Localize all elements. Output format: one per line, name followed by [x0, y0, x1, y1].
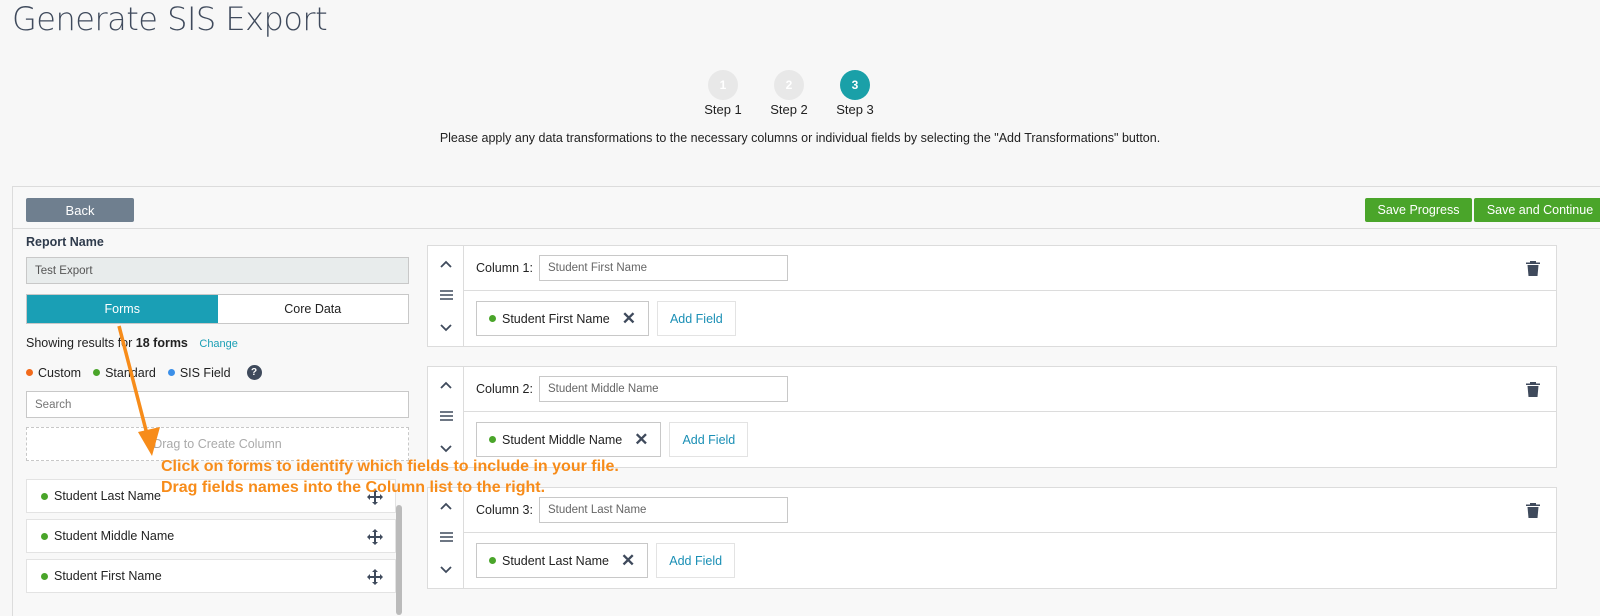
close-icon[interactable]: ✕: [634, 430, 648, 450]
trash-icon[interactable]: [1526, 260, 1540, 276]
column-list: Column 1: Student First Name Student Fir…: [427, 245, 1557, 608]
add-field-button[interactable]: Add Field: [656, 543, 736, 578]
field-chip-label: Student First Name: [502, 311, 610, 326]
field-chip[interactable]: Student First Name ✕: [476, 301, 649, 336]
step-1[interactable]: 1 Step 1: [700, 70, 746, 117]
tab-forms[interactable]: Forms: [27, 295, 218, 323]
stepper: 1 Step 1 2 Step 2 3 Step 3: [700, 70, 878, 117]
help-icon[interactable]: ?: [246, 365, 262, 380]
standard-dot: [489, 557, 496, 564]
column-fields: Student First Name ✕ Add Field: [464, 291, 1556, 346]
drag-handle-icon[interactable]: [428, 532, 464, 542]
add-field-button[interactable]: Add Field: [656, 301, 736, 336]
column-fields: Student Middle Name ✕ Add Field: [464, 412, 1556, 467]
tab-core-data[interactable]: Core Data: [217, 295, 408, 323]
results-summary: Showing results for 18 forms Change: [26, 336, 409, 350]
legend-sis-field-label: SIS Field: [179, 365, 231, 380]
step-2-label: Step 2: [770, 102, 808, 117]
step-3[interactable]: 3 Step 3: [832, 70, 878, 117]
column-fields: Student Last Name ✕ Add Field: [464, 533, 1556, 588]
back-button[interactable]: Back: [26, 198, 134, 222]
field-item-student-first-name[interactable]: Student First Name: [26, 559, 396, 593]
legend-custom-label: Custom: [38, 365, 82, 380]
legend-standard-dot: [93, 369, 101, 376]
drag-handle-icon[interactable]: [428, 411, 464, 421]
source-tabs: Forms Core Data: [26, 294, 409, 324]
instructions-text: Please apply any data transformations to…: [439, 131, 1161, 145]
column-label: Column 2:: [476, 382, 533, 396]
legend-standard: Standard: [93, 366, 156, 380]
standard-dot: [489, 436, 496, 443]
step-2-circle: 2: [774, 70, 804, 100]
legend-sis-field-dot: [167, 369, 175, 376]
column-name-input[interactable]: Student First Name: [538, 255, 788, 281]
step-2[interactable]: 2 Step 2: [766, 70, 812, 117]
move-icon[interactable]: [367, 569, 383, 585]
standard-dot: [41, 492, 48, 500]
report-name-input[interactable]: Test Export: [26, 257, 409, 284]
field-picker: Report Name Test Export Forms Core Data …: [26, 235, 409, 599]
page-title: Generate SIS Export: [12, 0, 328, 38]
field-item-student-middle-name[interactable]: Student Middle Name: [26, 519, 396, 553]
trash-icon[interactable]: [1526, 502, 1540, 518]
results-prefix: Showing results for: [26, 336, 136, 350]
standard-dot: [41, 572, 48, 580]
column-card-3: Column 3: Student Last Name Student Last…: [427, 487, 1557, 589]
drag-handle-icon[interactable]: [428, 290, 464, 300]
field-chip-label: Student Middle Name: [502, 432, 623, 447]
add-field-button[interactable]: Add Field: [669, 422, 749, 457]
field-chip[interactable]: Student Middle Name ✕: [476, 422, 662, 457]
move-icon[interactable]: [367, 529, 383, 545]
change-link[interactable]: Change: [199, 338, 238, 350]
standard-dot: [489, 315, 496, 322]
close-icon[interactable]: ✕: [622, 309, 636, 329]
column-controls: [428, 488, 464, 588]
column-name-input[interactable]: Student Last Name: [538, 497, 788, 523]
column-label: Column 3:: [476, 503, 533, 517]
step-1-circle: 1: [708, 70, 738, 100]
field-item-label: Student Middle Name: [54, 529, 175, 543]
field-list-scrollbar[interactable]: [396, 505, 402, 615]
step-3-label: Step 3: [836, 102, 874, 117]
column-label: Column 1:: [476, 261, 533, 275]
report-name-label: Report Name: [26, 235, 104, 249]
step-3-circle: 3: [840, 70, 870, 100]
chevron-up-icon[interactable]: [428, 260, 464, 268]
field-chip-label: Student Last Name: [502, 553, 610, 568]
chevron-down-icon[interactable]: [428, 324, 464, 332]
field-item-label: Student Last Name: [54, 489, 162, 503]
field-chip[interactable]: Student Last Name ✕: [476, 543, 649, 578]
legend-sis-field: SIS Field: [167, 365, 231, 380]
legend-custom-dot: [26, 369, 33, 376]
standard-dot: [41, 532, 48, 540]
column-name-input[interactable]: Student Middle Name: [538, 376, 788, 402]
annotation-callout: Click on forms to identify which fields …: [161, 456, 619, 498]
chevron-down-icon[interactable]: [428, 445, 464, 453]
column-card-2: Column 2: Student Middle Name Student Mi…: [427, 366, 1557, 468]
field-legend: Custom Standard SIS Field ?: [26, 365, 409, 380]
save-and-continue-button[interactable]: Save and Continue: [1474, 198, 1600, 222]
close-icon[interactable]: ✕: [621, 551, 635, 571]
column-header: Column 2: Student Middle Name: [464, 367, 1556, 412]
chevron-up-icon[interactable]: [428, 502, 464, 510]
save-progress-button[interactable]: Save Progress: [1365, 198, 1472, 222]
chevron-up-icon[interactable]: [428, 381, 464, 389]
annotation-line-2: Drag fields names into the Column list t…: [161, 479, 546, 496]
trash-icon[interactable]: [1526, 381, 1540, 397]
export-panel: Back Save Progress Save and Continue Rep…: [12, 186, 1600, 616]
legend-custom: Custom: [26, 366, 81, 380]
results-count: 18 forms: [135, 336, 188, 350]
search-input[interactable]: [26, 391, 409, 418]
chevron-down-icon[interactable]: [428, 566, 464, 574]
column-controls: [428, 246, 464, 346]
field-item-label: Student First Name: [54, 569, 162, 583]
column-header: Column 3: Student Last Name: [464, 488, 1556, 533]
step-1-label: Step 1: [704, 102, 742, 117]
column-controls: [428, 367, 464, 467]
toolbar: Back Save Progress Save and Continue: [13, 187, 1600, 229]
annotation-line-1: Click on forms to identify which fields …: [161, 458, 619, 475]
column-header: Column 1: Student First Name: [464, 246, 1556, 291]
column-card-1: Column 1: Student First Name Student Fir…: [427, 245, 1557, 347]
legend-standard-label: Standard: [105, 365, 156, 380]
